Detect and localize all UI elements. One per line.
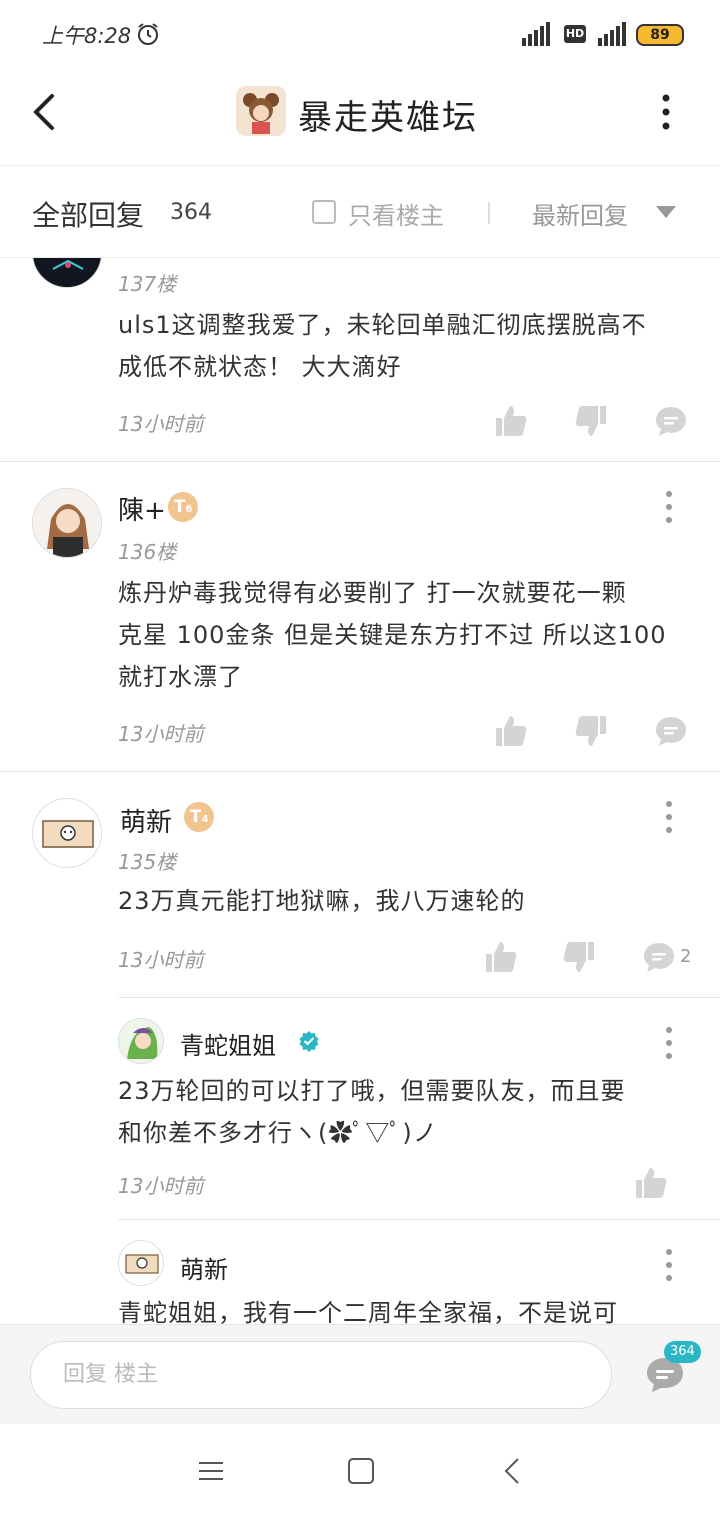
alarm-icon <box>138 23 158 45</box>
post-time: 13小时前 <box>118 412 204 436</box>
filter-bar: 全部回复 364 只看楼主 最新回复 <box>0 166 720 258</box>
floor-number: 137楼 <box>118 272 177 296</box>
back-triangle-icon[interactable] <box>498 1456 528 1486</box>
content-line: 成低不就状态！ 大大滴好 <box>118 353 402 381</box>
status-time: 上午8:28 <box>42 24 132 48</box>
content-line: 23万真元能打地狱嘛，我八万速轮的 <box>118 887 526 915</box>
username[interactable]: 青蛇姐姐 <box>180 1026 276 1061</box>
divider <box>118 1219 720 1220</box>
hd-icon: HD <box>564 25 586 43</box>
post-time: 13小时前 <box>118 722 204 746</box>
reply-count: 364 <box>170 200 212 225</box>
more-vertical-icon[interactable] <box>662 1026 676 1060</box>
thumbs-down-icon[interactable] <box>574 404 608 438</box>
menu-icon[interactable] <box>196 1456 226 1486</box>
reply-content: 23万轮回的可以打了哦，但需要队友，而且要 和你差不多才行ヽ(✿ﾟ▽ﾟ)ノ <box>118 1070 698 1154</box>
divider <box>118 997 720 998</box>
reply-content: 青蛇姐姐，我有一个二周年全家福，不是说可 <box>118 1292 698 1324</box>
divider <box>488 202 490 224</box>
sort-dropdown[interactable]: 最新回复 <box>532 196 628 231</box>
status-bar: 上午8:28 HD 89 <box>0 0 720 70</box>
floor-number: 136楼 <box>118 540 177 564</box>
username[interactable]: 陳+ <box>118 490 166 527</box>
home-square-icon[interactable] <box>346 1456 376 1486</box>
content-line: 23万轮回的可以打了哦，但需要队友，而且要 <box>118 1077 626 1105</box>
signal-icon <box>598 22 626 46</box>
reply-input[interactable]: 回复 楼主 <box>30 1341 612 1409</box>
thumbs-up-icon[interactable] <box>634 1166 668 1200</box>
more-vertical-icon[interactable] <box>662 800 676 834</box>
post-time: 13小时前 <box>118 948 204 972</box>
reply-list[interactable]: 137楼 uls1这调整我爱了，未轮回单融汇彻底摆脱高不 成低不就状态！ 大大滴… <box>0 258 720 1324</box>
page-title: 暴走英雄坛 <box>298 98 478 138</box>
post-content: uls1这调整我爱了，未轮回单融汇彻底摆脱高不 成低不就状态！ 大大滴好 <box>118 304 698 388</box>
content-line: 和你差不多才行ヽ(✿ﾟ▽ﾟ)ノ <box>118 1119 438 1147</box>
back-icon[interactable] <box>26 88 66 136</box>
avatar[interactable] <box>32 798 102 868</box>
more-vertical-icon[interactable] <box>654 92 678 132</box>
thumbs-up-icon[interactable] <box>484 940 518 974</box>
content-line: 炼丹炉毒我觉得有必要削了 打一次就要花一颗 <box>118 579 627 607</box>
all-replies-label: 全部回复 <box>32 199 145 232</box>
thumbs-down-icon[interactable] <box>562 940 596 974</box>
forum-logo <box>236 86 286 136</box>
thumbs-up-icon[interactable] <box>494 714 528 748</box>
avatar[interactable] <box>118 1018 164 1064</box>
content-line: 克星 100金条 但是关键是东方打不过 所以这100 <box>118 621 667 649</box>
reply-bar: 回复 楼主 364 <box>0 1324 720 1424</box>
content-line: 就打水漂了 <box>118 663 243 691</box>
comment-icon[interactable] <box>642 940 676 974</box>
system-nav-bar <box>0 1424 720 1520</box>
avatar[interactable] <box>118 1240 164 1286</box>
level-badge: T6 <box>168 492 198 522</box>
comment-icon[interactable] <box>654 714 688 748</box>
divider <box>0 461 720 462</box>
content-line: 青蛇姐姐，我有一个二周年全家福，不是说可 <box>118 1299 618 1324</box>
comment-icon[interactable] <box>654 404 688 438</box>
verified-icon <box>299 1031 319 1052</box>
avatar[interactable] <box>32 258 102 288</box>
reply-count-badge: 364 <box>664 1341 701 1363</box>
title-bar: 暴走英雄坛 <box>0 70 720 166</box>
reply-time: 13小时前 <box>118 1174 204 1198</box>
comment-count: 2 <box>680 946 692 967</box>
chevron-down-icon[interactable] <box>656 206 676 218</box>
post-content: 炼丹炉毒我觉得有必要削了 打一次就要花一颗 克星 100金条 但是关键是东方打不… <box>118 572 698 698</box>
battery-icon: 89 <box>636 24 684 46</box>
post-content: 23万真元能打地狱嘛，我八万速轮的 <box>118 880 698 922</box>
signal-icon <box>522 22 550 46</box>
username[interactable]: 萌新 <box>120 802 172 839</box>
only-op-checkbox[interactable] <box>312 200 336 224</box>
more-vertical-icon[interactable] <box>662 1248 676 1282</box>
level-badge: T4 <box>184 802 214 832</box>
thumbs-up-icon[interactable] <box>494 404 528 438</box>
floor-number: 135楼 <box>118 850 177 874</box>
only-op-label[interactable]: 只看楼主 <box>348 196 444 231</box>
more-vertical-icon[interactable] <box>662 490 676 524</box>
username[interactable]: 萌新 <box>180 1250 228 1285</box>
divider <box>0 771 720 772</box>
content-line: uls1这调整我爱了，未轮回单融汇彻底摆脱高不 <box>118 311 647 339</box>
avatar[interactable] <box>32 488 102 558</box>
thumbs-down-icon[interactable] <box>574 714 608 748</box>
